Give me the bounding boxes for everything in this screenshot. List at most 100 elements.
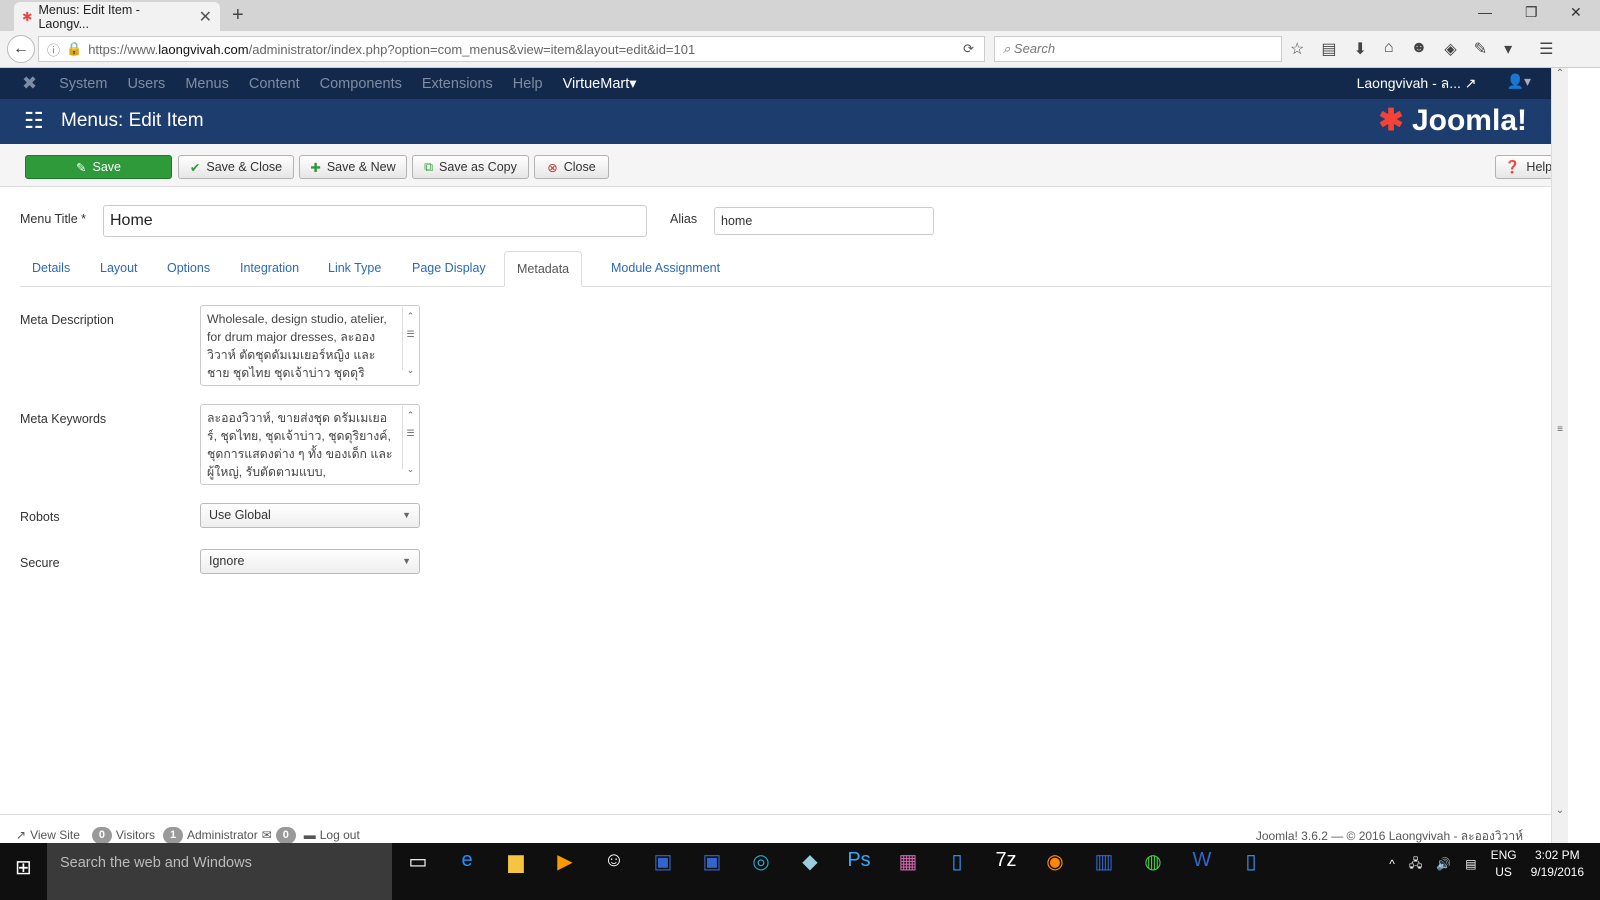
tab-options[interactable]: Options bbox=[155, 251, 222, 287]
menu-users[interactable]: Users bbox=[127, 76, 165, 92]
edge-icon[interactable]: e bbox=[454, 849, 480, 874]
url-field[interactable]: ⓘ 🔒 https://www.laongvivah.com/administra… bbox=[38, 36, 985, 62]
tab-details[interactable]: Details bbox=[20, 251, 82, 287]
task-view-icon[interactable]: ▭ bbox=[405, 849, 431, 874]
save-button[interactable]: ✎ Save bbox=[25, 155, 172, 179]
new-tab-button[interactable]: + bbox=[232, 4, 244, 27]
tab-module-assignment[interactable]: Module Assignment bbox=[599, 251, 732, 287]
menu-components[interactable]: Components bbox=[320, 76, 402, 92]
save-new-button[interactable]: ✚ Save & New bbox=[299, 155, 407, 179]
tray-chevron-icon[interactable]: ^ bbox=[1389, 857, 1395, 871]
lang-code: ENG bbox=[1490, 848, 1517, 862]
media-player-icon[interactable]: ▶ bbox=[552, 849, 578, 874]
extension-icon[interactable]: ✎ bbox=[1474, 39, 1487, 59]
minimize-button[interactable]: — bbox=[1478, 4, 1492, 20]
app-icon[interactable]: ☺ bbox=[601, 849, 627, 874]
notification-icon[interactable]: ▤ bbox=[1465, 857, 1476, 871]
secure-value: Ignore bbox=[209, 554, 245, 568]
site-link[interactable]: Laongvivah - ล... ↗ bbox=[1357, 73, 1477, 95]
language-indicator[interactable]: ENG US bbox=[1491, 847, 1517, 881]
notes-app-icon[interactable]: ◆ bbox=[797, 849, 823, 874]
taskbar-search[interactable]: Search the web and Windows bbox=[47, 843, 392, 900]
tab-integration[interactable]: Integration bbox=[228, 251, 311, 287]
save-close-button[interactable]: ✔ Save & Close bbox=[178, 155, 294, 179]
chevron-down-icon: ▼ bbox=[402, 556, 411, 566]
meta-description-textarea[interactable]: Wholesale, design studio, atelier, for d… bbox=[200, 305, 420, 386]
menu-content[interactable]: Content bbox=[249, 76, 300, 92]
window-close-button[interactable]: ✕ bbox=[1570, 4, 1582, 21]
store-icon[interactable]: ▯ bbox=[944, 849, 970, 874]
ne-app-icon[interactable]: ▣ bbox=[650, 849, 676, 874]
info-icon[interactable]: ⓘ bbox=[47, 40, 60, 59]
page-header: ☷ Menus: Edit Item ✱ Joomla! bbox=[0, 99, 1551, 144]
dropdown-icon[interactable]: ▾ bbox=[1504, 39, 1512, 59]
messages-badge[interactable]: 0 bbox=[275, 826, 296, 844]
menu-icon[interactable]: ☰ bbox=[1539, 39, 1553, 59]
chat-icon[interactable]: ☻ bbox=[1411, 39, 1428, 59]
footer-divider bbox=[0, 814, 1551, 815]
edit-icon: ✎ bbox=[76, 160, 87, 175]
tab-page-display[interactable]: Page Display bbox=[400, 251, 498, 287]
menu-help[interactable]: Help bbox=[513, 76, 543, 92]
camera-app-icon[interactable]: ◎ bbox=[748, 849, 774, 874]
close-tab-icon[interactable]: ✕ bbox=[199, 7, 212, 27]
meta-keywords-textarea[interactable]: ละอองวิวาห์, ขายส่งชุด ดรัมเมเยอร์, ชุดไ… bbox=[200, 404, 420, 485]
view-site-link[interactable]: View Site bbox=[30, 828, 80, 842]
close-button[interactable]: ⊗ Close bbox=[534, 155, 609, 179]
tab-title: Menus: Edit Item - Laongv... bbox=[38, 2, 140, 31]
menu-title-input[interactable]: Home bbox=[103, 205, 647, 237]
7zip-icon[interactable]: 7z bbox=[993, 849, 1019, 874]
alias-input[interactable]: home bbox=[714, 207, 934, 235]
chrome-icon[interactable]: ◍ bbox=[1140, 849, 1166, 874]
tab-layout[interactable]: Layout bbox=[88, 251, 150, 287]
pocket-icon[interactable]: ◈ bbox=[1444, 39, 1456, 59]
network-icon[interactable]: 🖧 bbox=[1409, 854, 1422, 875]
menu-menus[interactable]: Menus bbox=[185, 76, 229, 92]
navigation-bar: ← ⓘ 🔒 https://www.laongvivah.com/administ… bbox=[0, 31, 1600, 68]
tab-link-type[interactable]: Link Type bbox=[316, 251, 393, 287]
url-path: /administrator/index.php?option=com_menu… bbox=[248, 41, 696, 57]
word-icon[interactable]: W bbox=[1189, 849, 1215, 874]
home-icon[interactable]: ⌂ bbox=[1384, 39, 1394, 59]
copy-icon: ⧉ bbox=[424, 159, 434, 174]
logout-link[interactable]: Log out bbox=[320, 828, 360, 842]
bookmark-star-icon[interactable]: ☆ bbox=[1290, 39, 1304, 59]
save-app-icon[interactable]: ▥ bbox=[1091, 849, 1117, 874]
restore-button[interactable]: ❐ bbox=[1525, 4, 1538, 21]
tab-metadata[interactable]: Metadata bbox=[504, 251, 583, 287]
back-button[interactable]: ← bbox=[7, 35, 35, 63]
page-scrollbar[interactable]: ⌃ ≡ ⌄ bbox=[1551, 68, 1568, 843]
volume-icon[interactable]: 🔊 bbox=[1436, 857, 1451, 871]
photoshop-icon[interactable]: Ps bbox=[846, 849, 872, 874]
envelope-icon[interactable]: ✉ bbox=[262, 828, 272, 842]
clock[interactable]: 3:02 PM 9/19/2016 bbox=[1531, 847, 1584, 881]
firefox-icon[interactable]: ◉ bbox=[1042, 849, 1068, 874]
windows-start-icon[interactable]: ⊞ bbox=[15, 855, 32, 880]
alias-label: Alias bbox=[670, 212, 698, 226]
menu-title-label: Menu Title * bbox=[20, 212, 87, 226]
browser-tab[interactable]: ✱ Menus: Edit Item - Laongv... ✕ bbox=[14, 2, 220, 31]
menu-system[interactable]: System bbox=[59, 76, 107, 92]
alias-value: home bbox=[721, 214, 753, 228]
user-icon[interactable]: 👤▾ bbox=[1507, 73, 1531, 95]
menu-virtuemart[interactable]: VirtueMart▾ bbox=[563, 76, 637, 92]
file-explorer-icon[interactable]: ▆ bbox=[503, 849, 529, 874]
store-icon-2[interactable]: ▯ bbox=[1238, 849, 1264, 874]
reading-list-icon[interactable]: ▤ bbox=[1321, 39, 1336, 59]
secure-select[interactable]: Ignore ▼ bbox=[200, 549, 420, 574]
save-copy-button[interactable]: ⧉ Save as Copy bbox=[412, 155, 529, 179]
cancel-icon: ⊗ bbox=[547, 160, 558, 175]
browser-search-input[interactable]: ⌕ Search bbox=[994, 36, 1282, 62]
download-icon[interactable]: ⬇ bbox=[1353, 39, 1366, 59]
reload-icon[interactable]: ⟳ bbox=[963, 41, 974, 57]
winrar-icon[interactable]: ▦ bbox=[895, 849, 921, 874]
visitors-badge: 0 bbox=[91, 826, 112, 844]
edit-tabs: Details Layout Options Integration Link … bbox=[20, 251, 1563, 287]
textarea-scrollbar[interactable]: ⌃ ☰ ⌄ bbox=[402, 307, 418, 375]
robots-select[interactable]: Use Global ▼ bbox=[200, 503, 420, 528]
taskbar-search-placeholder: Search the web and Windows bbox=[60, 855, 252, 871]
joomla-icon[interactable]: ✖ bbox=[22, 73, 37, 94]
menu-extensions[interactable]: Extensions bbox=[422, 76, 493, 92]
textarea-scrollbar[interactable]: ⌃ ☰ ⌄ bbox=[402, 406, 418, 474]
en-app-icon[interactable]: ▣ bbox=[699, 849, 725, 874]
